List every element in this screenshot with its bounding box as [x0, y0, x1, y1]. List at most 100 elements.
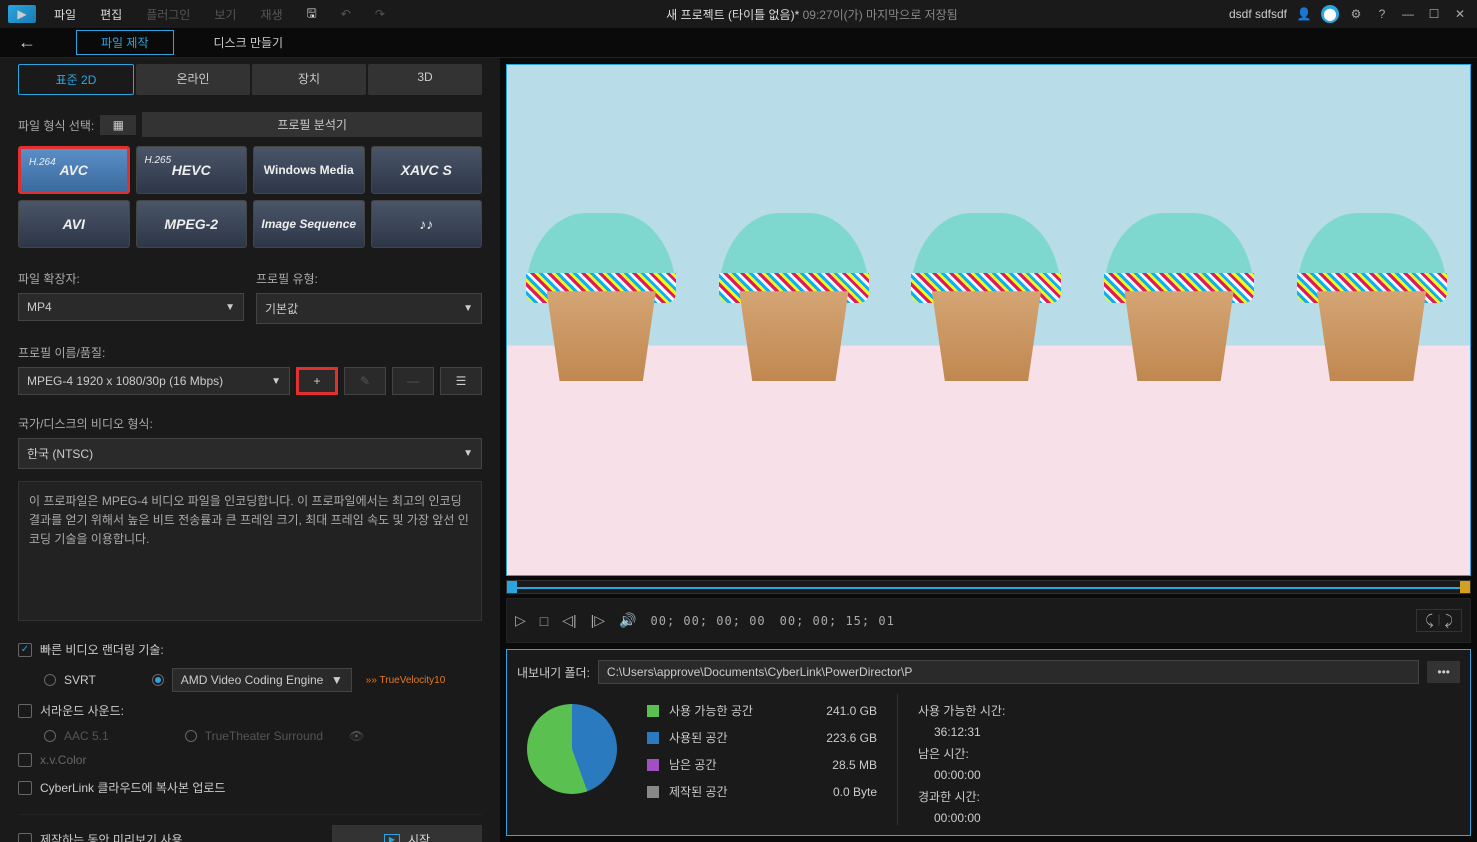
- ext-dropdown[interactable]: MP4▼: [18, 293, 244, 321]
- tab-device[interactable]: 장치: [252, 64, 366, 95]
- surround-checkbox[interactable]: 서라운드 사운드:: [18, 696, 482, 725]
- minimize-icon[interactable]: —: [1399, 5, 1417, 23]
- total-timecode: 00; 00; 15; 01: [780, 614, 895, 628]
- hw-engine-dropdown[interactable]: AMD Video Coding Engine▼: [172, 668, 352, 692]
- playback-controls: ▷ □ ◁| |▷ 🔊 00; 00; 00; 00 00; 00; 15; 0…: [506, 598, 1471, 643]
- format-avi[interactable]: AVI: [18, 200, 130, 248]
- redo-icon[interactable]: ↷: [365, 3, 395, 25]
- menu-file[interactable]: 파일: [44, 2, 86, 27]
- output-tabs: 표준 2D 온라인 장치 3D: [18, 64, 482, 95]
- profile-icon[interactable]: ▦: [100, 115, 136, 135]
- export-panel: 내보내기 폴더: C:\Users\approve\Documents\Cybe…: [506, 649, 1471, 836]
- current-timecode: 00; 00; 00; 00: [651, 614, 766, 628]
- menu-plugin[interactable]: 플러그인: [136, 2, 200, 27]
- save-icon[interactable]: 🖫: [297, 0, 327, 29]
- user-icon[interactable]: 👤: [1295, 5, 1313, 23]
- checkbox-icon: [18, 704, 32, 718]
- project-title: 새 프로젝트 (타이틀 없음)*: [666, 8, 799, 22]
- undo-icon[interactable]: ↶: [331, 3, 361, 25]
- notification-icon[interactable]: ⬤: [1321, 5, 1339, 23]
- tab-3d[interactable]: 3D: [368, 64, 482, 95]
- help-icon[interactable]: ?: [1373, 5, 1391, 23]
- start-button[interactable]: ▶ 시작: [332, 825, 482, 842]
- chevron-down-icon: ▼: [225, 302, 235, 313]
- out-point-handle[interactable]: [1460, 581, 1470, 593]
- settings-icon[interactable]: ⚙: [1347, 5, 1365, 23]
- checkbox-icon: [18, 781, 32, 795]
- title-area: 새 프로젝트 (타이틀 없음)* 09:27이(가) 마지막으로 저장됨: [399, 6, 1225, 23]
- format-image-seq[interactable]: Image Sequence: [253, 200, 365, 248]
- maximize-icon[interactable]: ☐: [1425, 5, 1443, 23]
- format-mpeg2[interactable]: MPEG-2: [136, 200, 248, 248]
- tab-standard-2d[interactable]: 표준 2D: [18, 64, 134, 95]
- left-panel: 표준 2D 온라인 장치 3D 파일 형식 선택: ▦ 프로필 분석기 H.26…: [0, 58, 500, 842]
- export-path-field[interactable]: C:\Users\approve\Documents\CyberLink\Pow…: [598, 660, 1419, 684]
- play-button[interactable]: ▷: [515, 612, 526, 629]
- preview-area: [506, 64, 1471, 576]
- add-profile-button[interactable]: +: [296, 367, 338, 395]
- edit-profile-button[interactable]: ✎: [344, 367, 386, 395]
- checkbox-icon: [18, 643, 32, 657]
- cloud-upload-checkbox[interactable]: CyberLink 클라우드에 복사본 업로드: [18, 773, 482, 802]
- chevron-down-icon: ▼: [463, 448, 473, 459]
- profile-analyzer-button[interactable]: 프로필 분석기: [142, 112, 482, 137]
- chevron-down-icon: ▼: [271, 376, 281, 387]
- chevron-down-icon: ▼: [463, 303, 473, 314]
- export-folder-label: 내보내기 폴더:: [517, 664, 590, 681]
- file-produce-button[interactable]: 파일 제작: [76, 30, 174, 55]
- format-h265-hevc[interactable]: H.265HEVC: [136, 146, 248, 194]
- format-h264-avc[interactable]: H.264AVC: [18, 146, 130, 194]
- preview-checkbox[interactable]: 제작하는 동안 미리보기 사용: [18, 825, 322, 842]
- prev-frame-button[interactable]: ◁|: [562, 612, 576, 629]
- mark-in-button[interactable]: ⤹: [1425, 612, 1433, 629]
- disc-create-button[interactable]: 디스크 만들기: [214, 34, 284, 51]
- radio-icon: [152, 674, 164, 686]
- play-icon: ▶: [384, 834, 400, 842]
- preview-image: [507, 65, 1470, 575]
- pname-label: 프로필 이름/품질:: [18, 344, 482, 361]
- legend-available: 사용 가능한 공간241.0 GB: [647, 702, 877, 719]
- format-grid: H.264AVC H.265HEVC Windows Media XAVC S …: [18, 146, 482, 248]
- disk-stats: 사용 가능한 공간241.0 GB 사용된 공간223.6 GB 남은 공간28…: [517, 694, 1460, 825]
- close-icon[interactable]: ✕: [1451, 5, 1469, 23]
- mark-out-button[interactable]: ⤸: [1445, 612, 1453, 629]
- fast-render-checkbox[interactable]: 빠른 비디오 랜더링 기술:: [18, 635, 482, 664]
- aac-radio: AAC 5.1 TrueTheater Surround 👁: [18, 725, 482, 747]
- subheader: ← 파일 제작 디스크 만들기: [0, 28, 1477, 58]
- browse-folder-button[interactable]: •••: [1427, 661, 1460, 683]
- delete-profile-button[interactable]: —: [392, 367, 434, 395]
- eye-icon: 👁: [349, 729, 364, 743]
- format-label: 파일 형식 선택:: [18, 117, 94, 134]
- ptype-dropdown[interactable]: 기본값▼: [256, 293, 482, 324]
- menu-edit[interactable]: 편집: [90, 2, 132, 27]
- format-audio[interactable]: ♪♪: [371, 200, 483, 248]
- format-wmv[interactable]: Windows Media: [253, 146, 365, 194]
- menu-play[interactable]: 재생: [250, 2, 292, 27]
- next-frame-button[interactable]: |▷: [591, 612, 605, 629]
- format-xavcs[interactable]: XAVC S: [371, 146, 483, 194]
- in-point-handle[interactable]: [507, 581, 517, 593]
- xvcolor-checkbox[interactable]: x.v.Color: [18, 747, 482, 773]
- app-logo: ▶: [8, 5, 36, 23]
- menu-view[interactable]: 보기: [204, 2, 246, 27]
- svrt-radio[interactable]: SVRT AMD Video Coding Engine▼ »» TrueVel…: [18, 664, 482, 696]
- country-label: 국가/디스크의 비디오 형식:: [18, 415, 482, 432]
- back-arrow-icon[interactable]: ←: [18, 32, 36, 53]
- disk-pie-chart: [527, 704, 617, 794]
- save-status: 09:27이(가) 마지막으로 저장됨: [803, 8, 958, 22]
- radio-icon: [185, 730, 197, 742]
- avail-time-value: 36:12:31: [918, 725, 1005, 739]
- tab-online[interactable]: 온라인: [136, 64, 250, 95]
- profile-dropdown[interactable]: MPEG-4 1920 x 1080/30p (16 Mbps)▼: [18, 367, 290, 395]
- right-panel: ▷ □ ◁| |▷ 🔊 00; 00; 00; 00 00; 00; 15; 0…: [500, 58, 1477, 842]
- profile-details-button[interactable]: ☰: [440, 367, 482, 395]
- stop-button[interactable]: □: [540, 613, 548, 629]
- avail-time-label: 사용 가능한 시간:: [918, 702, 1005, 719]
- radio-icon: [44, 730, 56, 742]
- volume-icon[interactable]: 🔊: [619, 612, 636, 629]
- checkbox-icon: [18, 833, 32, 842]
- country-dropdown[interactable]: 한국 (NTSC)▼: [18, 438, 482, 469]
- elapsed-time-label: 경과한 시간:: [918, 788, 1005, 805]
- legend-remaining: 남은 공간28.5 MB: [647, 756, 877, 773]
- timeline-scrubber[interactable]: [506, 580, 1471, 594]
